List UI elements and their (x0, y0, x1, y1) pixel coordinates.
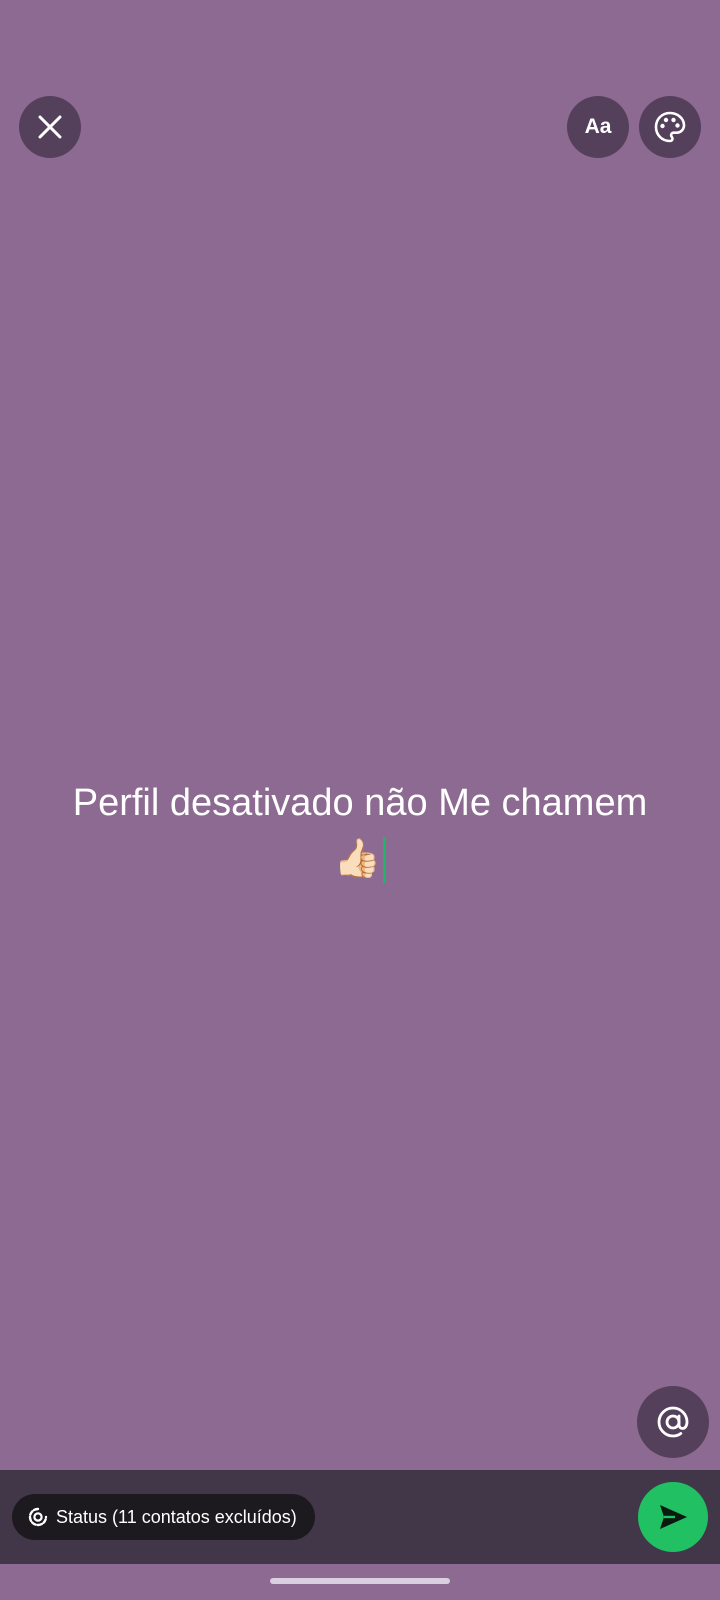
close-button[interactable] (19, 96, 81, 158)
close-icon (38, 115, 62, 139)
mention-button[interactable] (637, 1386, 709, 1458)
send-icon (660, 1505, 687, 1529)
at-sign-icon (657, 1406, 689, 1438)
font-style-button[interactable]: Aa (567, 96, 629, 158)
status-audience-chip[interactable]: Status (11 contatos excluídos) (12, 1494, 315, 1540)
send-button[interactable] (638, 1482, 708, 1552)
bottom-bar: Status (11 contatos excluídos) (0, 1470, 720, 1564)
status-compose-canvas[interactable]: Aa Perfil desativado não Me chamem 👍🏻 St… (0, 0, 720, 1600)
font-style-label: Aa (584, 115, 612, 138)
status-text-editor[interactable]: Perfil desativado não Me chamem 👍🏻 (30, 775, 690, 887)
status-audience-label: Status (11 contatos excluídos) (56, 1506, 297, 1527)
status-ring-icon (28, 1507, 48, 1527)
home-indicator[interactable] (270, 1578, 450, 1584)
text-cursor (383, 837, 387, 883)
status-text-line: Perfil desativado não Me chamem (72, 782, 648, 824)
thumbs-up-emoji: 👍🏻 (333, 838, 382, 880)
color-palette-button[interactable] (639, 96, 701, 158)
palette-icon (654, 111, 686, 143)
